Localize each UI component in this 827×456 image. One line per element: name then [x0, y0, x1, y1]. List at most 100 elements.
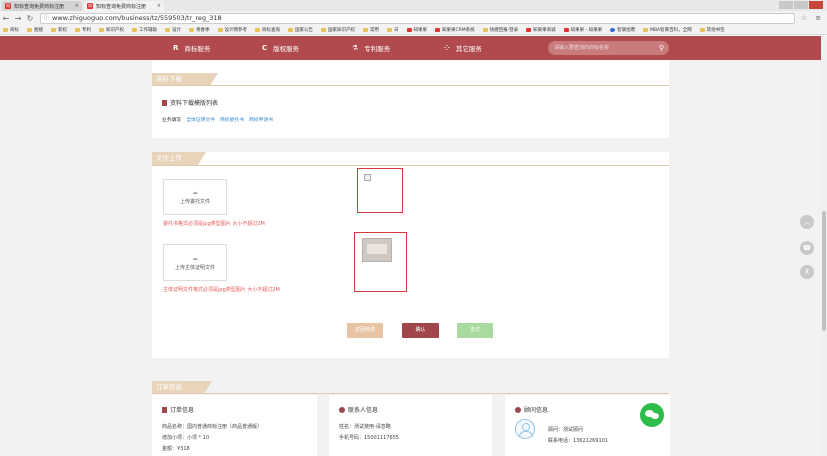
order-card-title-text: 订单信息 [170, 407, 195, 414]
power-of-attorney-preview[interactable] [357, 168, 403, 213]
bookmark-label: 智联招聘 [617, 27, 636, 33]
nav-other-service[interactable]: ⁘ 其它服务 [444, 36, 482, 60]
download-link-application[interactable]: 商标申请书 [249, 116, 273, 123]
bookmark-item[interactable]: 日 [387, 27, 399, 33]
bookmark-item[interactable]: 设计网参考 [217, 27, 248, 33]
bookmark-item[interactable]: 商标查询 [255, 27, 280, 33]
folder-icon [51, 27, 56, 32]
bookmark-item[interactable]: 青春季 [189, 27, 210, 33]
scrollbar-thumb[interactable] [822, 211, 826, 331]
consultant-card-title: 顾问信息 [515, 405, 548, 414]
forward-arrow-icon[interactable]: → [12, 14, 24, 23]
trademark-search-input[interactable]: 请输入要查询的商标名称 ⚲ [548, 41, 669, 55]
tab-close-icon[interactable]: × [75, 3, 82, 9]
tab-title: 知标查询免费商标注册 [14, 3, 65, 10]
nav-trademark-service[interactable]: R 商标服务 [173, 36, 210, 60]
contact-phone: 手机号码：15001117655 [339, 435, 399, 441]
nav-label: 专利服务 [364, 45, 391, 53]
back-arrow-icon[interactable]: ← [0, 14, 12, 23]
order-amount: 金额：¥318 [162, 446, 190, 452]
back-to-top-icon[interactable]: ⊼ [800, 265, 814, 279]
consultant-phone: 联系电话：13621269101 [548, 438, 608, 444]
bookmark-item[interactable]: 国家知识产权 [321, 27, 355, 33]
bookmark-label: 其他书签 [706, 27, 725, 33]
site-navbar: R 商标服务 C 版权服务 ⚗ 专利服务 ⁘ 其它服务 请输入要查询的商标名称 … [0, 36, 827, 60]
upload-power-of-attorney-button[interactable]: ☁ 上传委托文件 [163, 179, 227, 215]
browser-tab[interactable]: 知 知标查询免费商标注册 × [2, 1, 82, 11]
minimize-button[interactable] [779, 1, 793, 9]
site-favicon-icon [563, 27, 569, 32]
download-link-proof[interactable]: 全体证明文件 [186, 116, 215, 123]
url-field[interactable]: ⓘ www.zhiguoguo.com/business/tz/559503/t… [40, 12, 795, 24]
search-icon[interactable]: ⚲ [659, 41, 664, 55]
page-info-icon[interactable]: ⓘ [44, 14, 49, 23]
maximize-button[interactable] [794, 1, 808, 9]
bookmark-item[interactable]: 新权 [51, 27, 67, 33]
bookmark-item[interactable]: 工作辅助 [132, 27, 157, 33]
bookmark-item[interactable]: 专利 [75, 27, 91, 33]
bookmark-item[interactable]: 知果果CRM系统 [435, 27, 475, 33]
nav-patent-service[interactable]: ⚗ 专利服务 [352, 36, 390, 60]
page-scrollbar[interactable] [821, 36, 827, 456]
bookmark-item[interactable]: 知果果 - 知果果 [563, 27, 603, 33]
order-card-title: 订单信息 [162, 405, 194, 414]
other-service-icon: ⁘ [444, 44, 450, 52]
folder-icon [321, 27, 326, 32]
download-link-power-of-attorney[interactable]: 商标委托书 [220, 116, 244, 123]
consultant-name: 顾问：测试顾问 [548, 427, 584, 433]
bookmark-item[interactable]: 知果果 [406, 27, 428, 33]
phone-icon[interactable]: ☎ [800, 241, 814, 255]
bookmark-item[interactable]: 其他书签 [699, 27, 725, 33]
confirm-button[interactable]: 确认 [402, 323, 439, 338]
bookmark-item[interactable]: 知识产权 [99, 27, 124, 33]
folder-icon [699, 27, 705, 32]
document-icon [162, 99, 167, 106]
window-controls [779, 1, 823, 9]
site-favicon-icon [406, 27, 412, 32]
contact-name: 姓名：测试使用-请忽略 [339, 424, 391, 430]
folder-icon [482, 27, 488, 32]
nav-label: 版权服务 [273, 45, 300, 53]
bookmark-label: 知果果 - 知果果 [570, 27, 603, 33]
bookmark-label: 设计网参考 [224, 27, 248, 33]
url-text: www.zhiguoguo.com/business/tz/559503/tr_… [52, 13, 222, 22]
upload-entity-proof-button[interactable]: ☁ 上传主体证明文件 [163, 244, 227, 281]
bookmark-star-icon[interactable]: ☆ [801, 14, 807, 22]
entity-proof-preview[interactable] [354, 232, 407, 292]
bookmark-item[interactable]: 国家公告 [288, 27, 313, 33]
close-window-button[interactable] [809, 1, 823, 9]
bookmark-item[interactable]: 快捷回报·登录 [482, 27, 518, 33]
folder-icon [610, 27, 616, 32]
folder-icon [27, 27, 32, 32]
bookmark-item[interactable]: 智联招聘 [610, 27, 635, 33]
pay-button[interactable]: 支付 [457, 323, 493, 338]
upload-hint: 主体证明文件格式必须是jpg类型图片 大小不超过2M [163, 287, 280, 293]
tab-close-icon[interactable]: × [157, 3, 164, 9]
folder-icon [3, 27, 8, 32]
scroll-top-button[interactable]: ︿ [800, 215, 814, 229]
bookmark-label: 国家公告 [295, 27, 313, 33]
bookmark-label: 知果果 [413, 27, 428, 33]
wechat-icon[interactable] [640, 403, 664, 427]
folder-icon [288, 27, 293, 32]
bookmark-item[interactable]: 知果果商城 [526, 27, 556, 33]
bookmark-item[interactable]: 设计 [165, 27, 181, 33]
broken-image-icon [364, 174, 371, 181]
address-bar-row: ← → ↻ ⓘ www.zhiguoguo.com/business/tz/55… [0, 11, 827, 25]
nav-copyright-service[interactable]: C 版权服务 [262, 36, 299, 60]
nav-label: 其它服务 [455, 45, 482, 53]
bookmark-item[interactable]: 商标 [3, 27, 19, 33]
nav-label: 商标服务 [184, 45, 211, 53]
bookmark-item[interactable]: 常用 [363, 27, 379, 33]
bookmark-label: 知果果CRM系统 [442, 27, 475, 33]
browser-menu-icon[interactable]: ≡ [815, 14, 821, 22]
back-to-edit-button[interactable]: 返回修改 [347, 323, 383, 338]
folder-icon [189, 27, 194, 32]
reload-icon[interactable]: ↻ [24, 14, 36, 23]
bookmark-item[interactable]: 图搜 [27, 27, 43, 33]
browser-tab-active[interactable]: 知 知标查询免费商标注册 × [84, 1, 164, 11]
divider [152, 85, 669, 86]
bookmark-label: 商标 [10, 27, 19, 33]
bookmark-item[interactable]: MBA智库百科，全网 [643, 27, 692, 33]
person-icon [515, 406, 521, 413]
